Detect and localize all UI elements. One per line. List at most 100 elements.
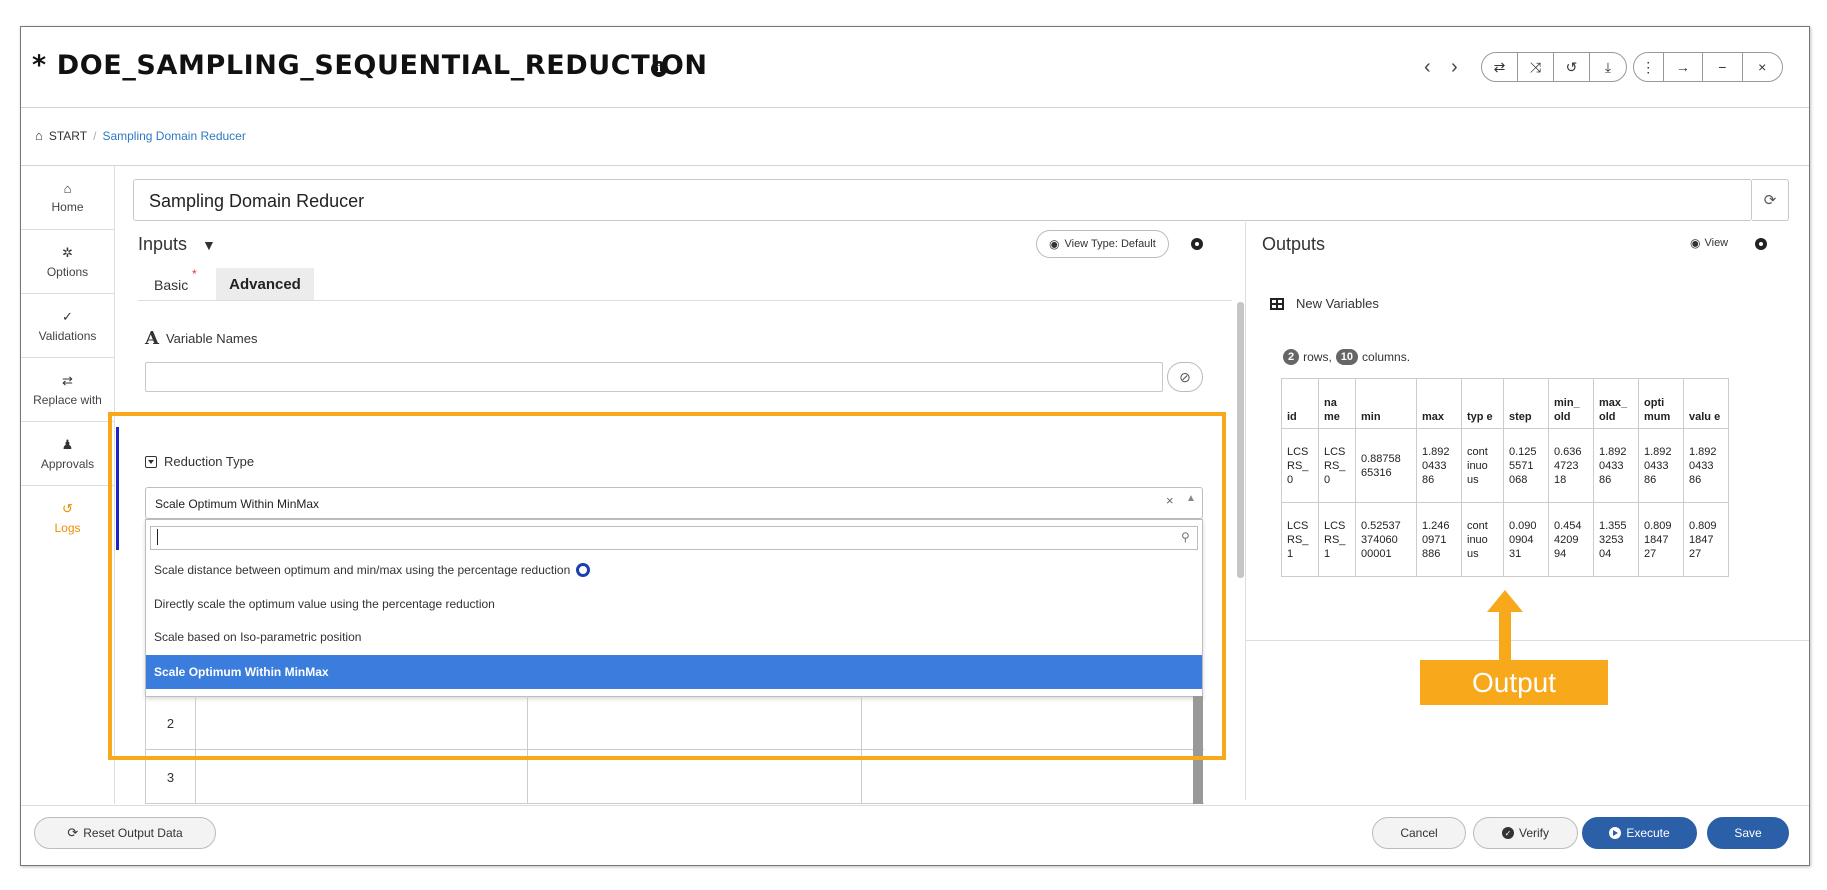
sidebar-item-label: Replace with [33,392,102,407]
breadcrumb-current[interactable]: Sampling Domain Reducer [102,129,245,143]
nav-prev-button[interactable]: ‹ [1424,56,1431,79]
table-header-row: id na me min max typ e step min_ old max… [1281,378,1729,429]
breadcrumb-root[interactable]: START [49,129,87,143]
execute-label: Execute [1626,826,1670,840]
info-icon[interactable]: i [651,61,667,77]
table-row: LCS RS_ 1 LCS RS_ 1 0.52537 374060 00001… [1281,502,1729,577]
sidebar-item-home[interactable]: ⌂ Home [21,166,115,230]
column-header[interactable]: valu e [1683,378,1729,429]
eye-icon: ◉ [1049,237,1060,251]
table-dimensions: 2 rows, 10 columns. [1283,349,1410,365]
variable-names-input[interactable] [145,362,1163,392]
minimize-icon[interactable]: − [1703,53,1743,81]
filter-icon[interactable]: ▼ [202,237,216,253]
highlight-box [108,412,1226,760]
view-button[interactable]: ◉ View [1690,236,1728,250]
column-header[interactable]: min_ old [1548,378,1594,429]
view-label: View [1704,237,1729,249]
gear-icon: ✲ [62,244,73,260]
history-icon: ↺ [62,501,73,516]
table-cell: 1.892 0433 86 [1638,428,1684,503]
table-cell: 1.892 0433 86 [1683,428,1729,503]
nav-next-button[interactable]: › [1451,56,1458,79]
double-check-icon: ✓ [62,308,73,324]
column-header[interactable]: opti mum [1638,378,1684,429]
swap-icon[interactable]: ⇄ [1482,53,1518,81]
view-type-button[interactable]: ◉ View Type: Default [1036,230,1169,258]
header-divider [21,107,1809,108]
sidebar-item-logs[interactable]: ↺ Logs [21,486,115,550]
undo-icon[interactable]: ↺ [1554,53,1590,81]
user-check-icon: ♟ [61,436,74,452]
table-cell: cont inuo us [1461,502,1504,577]
sidebar-item-label: Approvals [40,456,95,471]
column-header[interactable]: na me [1318,378,1356,429]
execute-button[interactable]: Execute [1582,817,1697,849]
table-cell: 0.125 5571 068 [1503,428,1549,503]
shuffle-icon[interactable]: ⤨ [1518,53,1554,81]
table-cell: LCS RS_ 0 [1281,428,1319,503]
columns-badge: 10 [1335,349,1359,365]
play-icon [1609,827,1622,839]
column-header[interactable]: min [1355,378,1417,429]
sidebar-item-label: Validations [38,328,97,343]
verify-button[interactable]: ✓ Verify [1473,817,1578,849]
reset-label: Reset Output Data [83,826,183,840]
arrow-right-icon[interactable]: → [1664,53,1704,81]
rows-text: rows, [1303,350,1332,364]
name-input[interactable]: Sampling Domain Reducer [133,179,1752,221]
sidebar-item-validations[interactable]: ✓ Validations [21,294,115,358]
table-cell: 1.892 0433 86 [1593,428,1639,503]
footer-divider [21,805,1809,806]
refresh-icon: ⟳ [67,825,79,840]
more-icon[interactable]: ⋮ [1634,53,1664,81]
arrow-up-icon [1487,590,1523,660]
column-header[interactable]: max [1416,378,1462,429]
sidebar-item-replace-with[interactable]: ⇄ Replace with [21,358,115,422]
sidebar-item-approvals[interactable]: ♟ Approvals [21,422,115,486]
column-header[interactable]: typ e [1461,378,1504,429]
column-header[interactable]: step [1503,378,1549,429]
output-callout: Output [1420,660,1608,705]
table-cell: LCS RS_ 0 [1318,428,1356,503]
table-cell: 0.809 1847 27 [1638,502,1684,577]
sidebar-item-label: Options [46,264,89,279]
inputs-title: Inputs [138,234,188,254]
sidebar-item-options[interactable]: ✲ Options [21,230,115,294]
sidebar: ⌂ Home ✲ Options ✓ Validations ⇄ Replace… [21,166,115,550]
reset-output-data-button[interactable]: ⟳ Reset Output Data [34,817,216,849]
breadcrumb-separator: / [93,128,97,143]
eye-icon: ◉ [1690,236,1701,250]
table-cell: 0.809 1847 27 [1683,502,1729,577]
column-header[interactable]: id [1281,378,1319,429]
table-row: LCS RS_ 0 LCS RS_ 0 0.88758 65316 1.892 … [1281,428,1729,503]
attach-icon[interactable]: ⊘ [1167,362,1203,392]
columns-text: columns. [1362,350,1411,364]
variable-names-text: Variable Names [165,331,258,346]
refresh-icon[interactable]: ⟳ [1752,179,1789,221]
inputs-scrollbar[interactable] [1237,302,1244,578]
new-variables-header: New Variables [1270,296,1379,311]
tab-advanced[interactable]: Advanced [216,268,314,300]
table-cell: 0.454 4209 94 [1548,502,1594,577]
table-cell: LCS RS_ 1 [1281,502,1319,577]
table-cell: 0.090 0904 31 [1503,502,1549,577]
tab-basic[interactable]: Basic [140,268,216,300]
inputs-settings-icon[interactable] [1191,238,1203,250]
table-icon [1270,297,1284,310]
home-icon: ⌂ [63,181,72,196]
column-header[interactable]: max_ old [1593,378,1639,429]
download-icon[interactable]: ⤓ [1590,53,1626,81]
view-type-label: View Type: Default [1064,238,1156,250]
save-button[interactable]: Save [1707,817,1789,849]
new-variables-label: New Variables [1296,296,1379,311]
close-icon[interactable]: × [1743,53,1782,81]
text-field-icon: A [145,328,159,349]
outputs-settings-icon[interactable] [1755,238,1767,250]
table-cell: cont inuo us [1461,428,1504,503]
sidebar-item-label: Logs [54,521,81,535]
cancel-button[interactable]: Cancel [1372,817,1466,849]
table-cell: 0.636 4723 18 [1548,428,1594,503]
sidebar-item-label: Home [51,200,84,214]
rows-badge: 2 [1283,349,1300,365]
